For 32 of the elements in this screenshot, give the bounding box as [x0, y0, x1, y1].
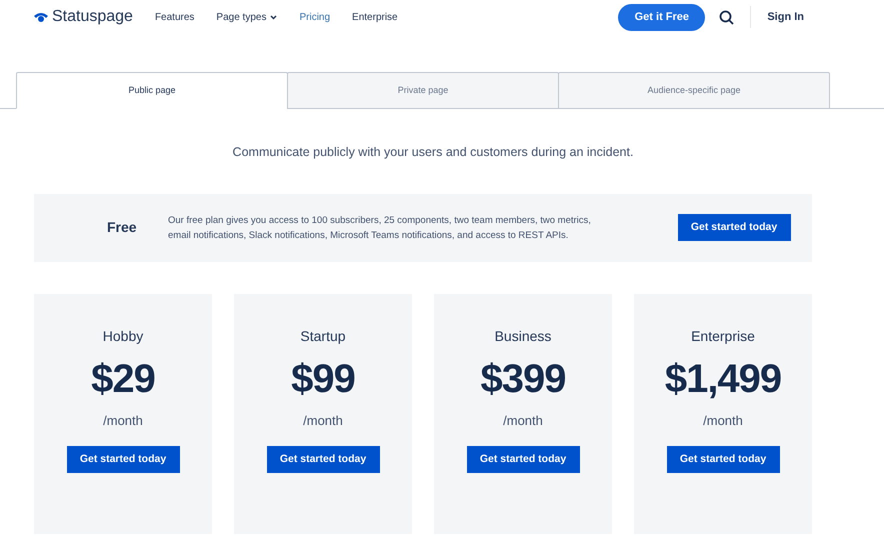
plan-period: /month [703, 412, 743, 430]
logo-text[interactable]: Statuspage [52, 5, 133, 29]
intro-text: Communicate publicly with your users and customers during an incident. [232, 144, 634, 161]
nav-link[interactable]: Page types [216, 10, 278, 24]
get-started-button[interactable]: Get started today [66, 446, 180, 474]
get-it-free-button[interactable]: Get it Free [618, 4, 706, 30]
plan-name: Hobby [102, 326, 144, 346]
plan-name: Enterprise [691, 326, 755, 346]
plan-price: $29 [91, 356, 155, 403]
tab[interactable]: Audience-specific page [558, 72, 830, 109]
plan-period: /month [103, 412, 143, 430]
get-started-button[interactable]: Get started today [666, 446, 780, 474]
get-started-button[interactable]: Get started today [266, 446, 380, 474]
plan-name: Business [494, 326, 552, 346]
tab[interactable]: Public page [16, 72, 288, 109]
plan-price: $99 [291, 356, 355, 403]
logo-icon [34, 12, 48, 22]
plan-price: $1,499 [664, 356, 782, 403]
nav-link[interactable]: Features [154, 10, 194, 24]
get-started-button[interactable]: Get started today [678, 214, 790, 242]
plan-name: Startup [300, 326, 346, 346]
plan-price: $399 [480, 356, 566, 403]
sign-in-link[interactable]: Sign In [767, 8, 804, 26]
nav-link[interactable]: Enterprise [352, 10, 398, 24]
plan-name: Free [106, 218, 138, 238]
plan-period: /month [303, 412, 343, 430]
tab[interactable]: Private page [287, 72, 559, 109]
plan-description: Our free plan gives you access to 100 subscribers, 25 components, two team members, two metrics, email notifications, Slack notifications, Microsoft Teams notifications, and access to REST APIs. [168, 214, 592, 243]
search-icon[interactable] [719, 10, 734, 24]
nav-link[interactable]: Pricing [299, 10, 330, 24]
get-started-button[interactable]: Get started today [466, 446, 580, 474]
plan-period: /month [503, 412, 543, 430]
